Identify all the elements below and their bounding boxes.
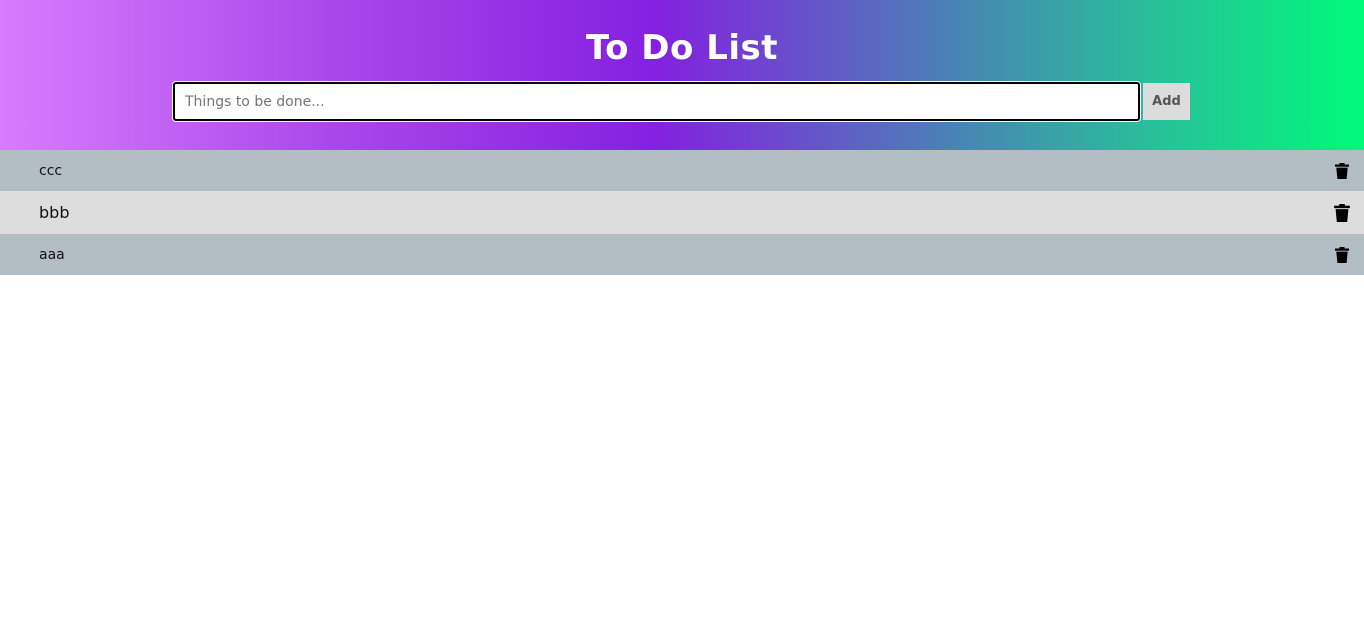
add-button[interactable]: Add xyxy=(1143,83,1190,120)
list-item: aaa xyxy=(0,234,1364,275)
todo-text: bbb xyxy=(39,203,70,222)
todo-list: ccc bbb aaa xyxy=(0,150,1364,275)
todo-input[interactable] xyxy=(173,82,1140,121)
trash-icon[interactable] xyxy=(1334,203,1350,222)
page-title: To Do List xyxy=(585,28,779,68)
todo-text: aaa xyxy=(39,246,65,263)
list-item: bbb xyxy=(0,191,1364,234)
header-banner: To Do List Add xyxy=(0,0,1364,150)
todo-text: ccc xyxy=(39,162,63,179)
list-item: ccc xyxy=(0,150,1364,191)
trash-icon[interactable] xyxy=(1335,246,1349,263)
trash-icon[interactable] xyxy=(1335,162,1349,179)
